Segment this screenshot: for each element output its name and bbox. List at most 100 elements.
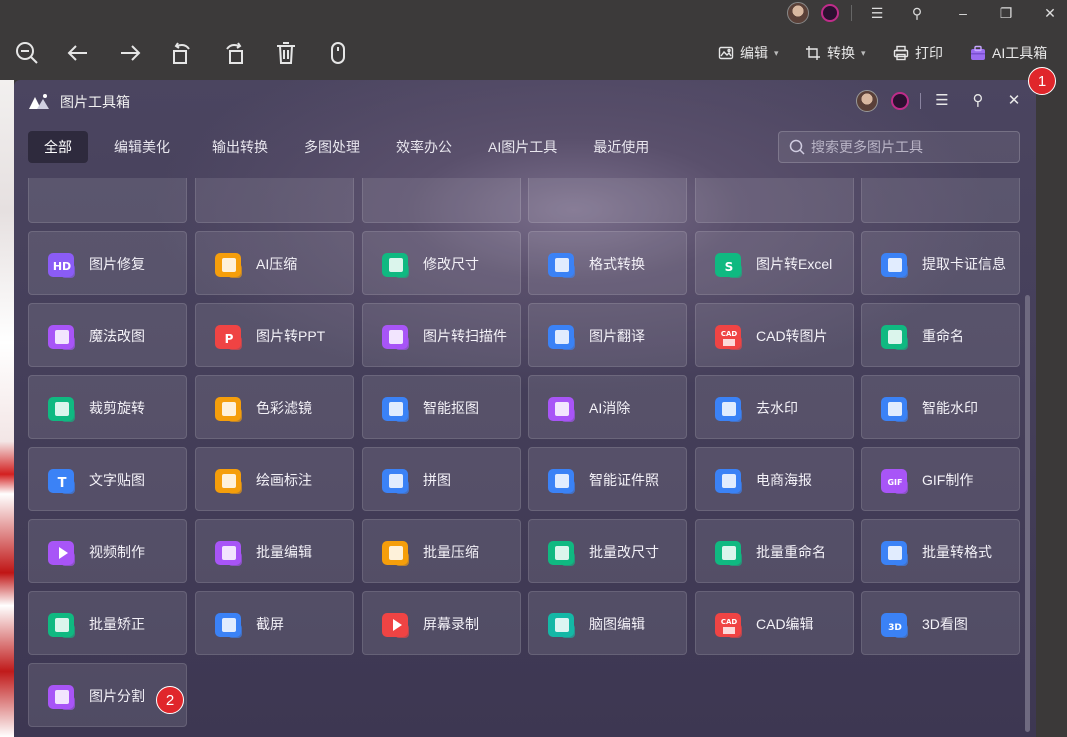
svg-text:CAD: CAD (721, 330, 738, 338)
user-avatar[interactable] (787, 2, 809, 24)
mouse-icon[interactable] (325, 40, 351, 66)
tool-label: 提取卡证信息 (922, 256, 1006, 272)
user-avatar[interactable] (856, 90, 878, 112)
ai-toolbox-button[interactable]: AI工具箱 (970, 42, 1047, 64)
tool-card[interactable]: 裁剪旋转 (28, 375, 187, 439)
tab-multi-image[interactable]: 多图处理 (288, 131, 376, 163)
edit-menu[interactable]: 编辑 ▾ (718, 42, 779, 64)
tool-card[interactable]: AI压缩 (195, 231, 354, 295)
tab-edit-beautify[interactable]: 编辑美化 (92, 131, 192, 163)
tool-card[interactable]: 批量转格式 (861, 519, 1020, 583)
tool-card[interactable]: CAD CAD编辑 (695, 591, 854, 655)
tool-label: CAD转图片 (756, 328, 828, 344)
tool-card-scrolled[interactable] (195, 178, 354, 223)
tool-label: 批量转格式 (922, 544, 992, 560)
tool-card[interactable]: 批量压缩 (362, 519, 521, 583)
background-edge (1036, 80, 1067, 737)
add-watermark-icon (880, 394, 910, 424)
print-button[interactable]: 打印 (893, 42, 943, 64)
next-icon[interactable] (117, 40, 143, 66)
tool-card[interactable]: 智能证件照 (528, 447, 687, 511)
tool-card[interactable]: 智能抠图 (362, 375, 521, 439)
tool-card[interactable]: P 图片转PPT (195, 303, 354, 367)
tool-card[interactable]: 电商海报 (695, 447, 854, 511)
tool-card[interactable]: 批量矫正 (28, 591, 187, 655)
tool-card[interactable]: 智能水印 (861, 375, 1020, 439)
minimize-button[interactable]: – (952, 2, 974, 24)
convert-menu[interactable]: 转换 ▾ (805, 42, 866, 64)
crop-rotate-icon (47, 394, 77, 424)
tool-card[interactable]: AI消除 (528, 375, 687, 439)
split-icon (47, 682, 77, 712)
tool-card-scrolled[interactable] (528, 178, 687, 223)
tab-all[interactable]: 全部 (28, 131, 88, 163)
tool-card[interactable]: 截屏 (195, 591, 354, 655)
tool-card-scrolled[interactable] (861, 178, 1020, 223)
batch-resize-icon (547, 538, 577, 568)
batch-rename-icon (714, 538, 744, 568)
image-toolbox-panel: 图片工具箱 ☰ ⚲ ✕ 全部 编辑美化 输出转换 多图处理 效率办公 AI图片工… (14, 80, 1036, 737)
rotate-left-icon[interactable] (169, 40, 195, 66)
tool-card[interactable]: T 文字贴图 (28, 447, 187, 511)
tab-ai-tools[interactable]: AI图片工具 (472, 131, 573, 163)
search-input[interactable]: 搜索更多图片工具 (778, 131, 1020, 163)
tool-card[interactable]: 绘画标注 (195, 447, 354, 511)
tool-card[interactable]: 重命名 (861, 303, 1020, 367)
tool-card[interactable]: 批量改尺寸 (528, 519, 687, 583)
tool-card[interactable]: S 图片转Excel (695, 231, 854, 295)
tool-label: 电商海报 (756, 472, 812, 488)
menu-icon[interactable]: ☰ (931, 90, 953, 112)
ai-compress-icon (214, 250, 244, 280)
vip-badge-icon[interactable] (891, 92, 909, 110)
tool-label: 批量矫正 (89, 616, 145, 632)
rotate-right-icon[interactable] (221, 40, 247, 66)
svg-text:CAD: CAD (721, 618, 738, 626)
tool-card[interactable]: 魔法改图 (28, 303, 187, 367)
close-button[interactable]: ✕ (1039, 2, 1061, 24)
tool-card[interactable]: 图片翻译 (528, 303, 687, 367)
tool-card[interactable]: 3D 3D看图 (861, 591, 1020, 655)
tool-card[interactable]: 格式转换 (528, 231, 687, 295)
tab-office[interactable]: 效率办公 (380, 131, 468, 163)
tool-card[interactable]: CAD CAD转图片 (695, 303, 854, 367)
divider (851, 5, 852, 21)
3d-view-icon: 3D (880, 610, 910, 640)
tool-card[interactable]: 批量重命名 (695, 519, 854, 583)
tool-card[interactable]: 去水印 (695, 375, 854, 439)
tool-card-scrolled[interactable] (695, 178, 854, 223)
tool-card[interactable]: 屏幕录制 (362, 591, 521, 655)
tab-recent[interactable]: 最近使用 (577, 131, 665, 163)
tool-card[interactable]: 修改尺寸 (362, 231, 521, 295)
tool-label: 魔法改图 (89, 328, 145, 344)
tab-output-convert[interactable]: 输出转换 (196, 131, 284, 163)
tool-label: 智能水印 (922, 400, 978, 416)
zoom-out-icon[interactable] (14, 40, 40, 66)
tool-card[interactable]: 脑图编辑 (528, 591, 687, 655)
tool-label: 去水印 (756, 400, 798, 416)
tool-card[interactable]: 视频制作 (28, 519, 187, 583)
batch-convert-icon (880, 538, 910, 568)
previous-icon[interactable] (65, 40, 91, 66)
scrollbar[interactable] (1025, 295, 1030, 732)
vip-badge-icon[interactable] (821, 4, 839, 22)
close-icon[interactable]: ✕ (1003, 90, 1025, 112)
pin-icon[interactable]: ⚲ (967, 90, 989, 112)
tool-card[interactable]: 色彩滤镜 (195, 375, 354, 439)
restore-button[interactable]: ❐ (995, 2, 1017, 24)
tool-card[interactable]: 提取卡证信息 (861, 231, 1020, 295)
chevron-down-icon: ▾ (861, 47, 866, 58)
tool-card[interactable]: 拼图 (362, 447, 521, 511)
tool-card[interactable]: GIF GIF制作 (861, 447, 1020, 511)
tool-card-scrolled[interactable] (28, 178, 187, 223)
tool-card[interactable]: HD 图片修复 (28, 231, 187, 295)
menu-icon[interactable]: ☰ (866, 2, 888, 24)
tool-card[interactable]: 图片转扫描件 (362, 303, 521, 367)
tool-card[interactable]: 批量编辑 (195, 519, 354, 583)
tool-card-scrolled[interactable] (362, 178, 521, 223)
delete-icon[interactable] (273, 40, 299, 66)
panel-header: 图片工具箱 ☰ ⚲ ✕ (14, 80, 1036, 122)
tool-label: AI消除 (589, 400, 631, 416)
gif-icon: GIF (880, 466, 910, 496)
pin-icon[interactable]: ⚲ (906, 2, 928, 24)
tool-label: 格式转换 (589, 256, 645, 272)
